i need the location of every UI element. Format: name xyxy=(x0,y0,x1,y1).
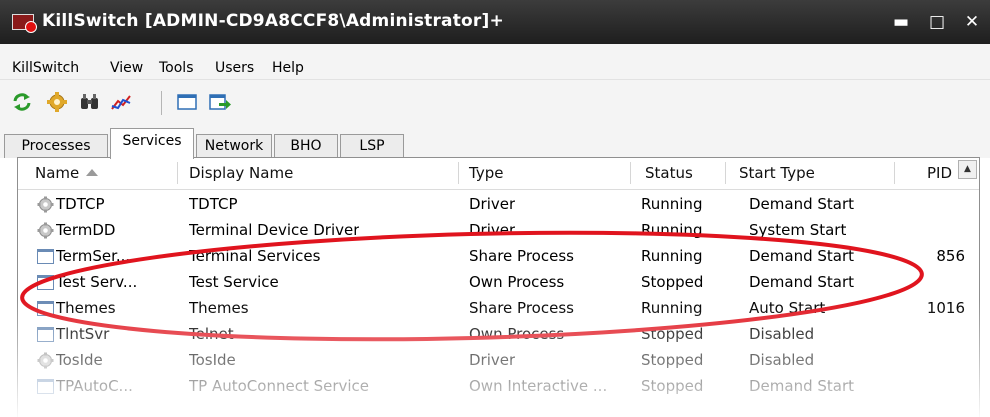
sort-ascending-icon xyxy=(86,169,98,176)
tab-processes[interactable]: Processes xyxy=(4,134,108,158)
table-row[interactable]: TlntSvr Telnet Own Process Stopped Disabled xyxy=(18,322,979,348)
menu-tools[interactable]: Tools xyxy=(159,60,194,76)
cell-type: Own Process xyxy=(469,273,565,291)
menu-help[interactable]: Help xyxy=(272,60,304,76)
cell-name: TermSer... xyxy=(56,247,131,265)
window-icon xyxy=(37,275,54,290)
cell-start-type: Demand Start xyxy=(749,247,855,265)
tab-network[interactable]: Network xyxy=(196,134,272,158)
cell-display-name: Terminal Device Driver xyxy=(189,221,360,239)
services-list[interactable]: Name Display Name Type Status Start Type… xyxy=(17,157,980,417)
column-header-type[interactable]: Type xyxy=(469,164,503,182)
gear-icon xyxy=(37,222,54,239)
table-row[interactable]: TermDD Terminal Device Driver Driver Runnin… xyxy=(18,218,979,244)
cell-type: Share Process xyxy=(469,299,574,317)
cell-type: Driver xyxy=(469,195,516,213)
window-icon xyxy=(37,327,54,342)
column-divider[interactable] xyxy=(458,162,459,184)
cell-name: TDTCP xyxy=(56,195,105,213)
refresh-icon[interactable] xyxy=(11,92,33,112)
window-icon[interactable] xyxy=(176,92,198,112)
menu-killswitch[interactable]: KillSwitch xyxy=(12,60,79,76)
tab-lsp[interactable]: LSP xyxy=(340,134,404,158)
cell-start-type: System Start xyxy=(749,221,847,239)
window-icon xyxy=(37,379,54,394)
maximize-button[interactable]: □ xyxy=(923,8,951,36)
window-icon xyxy=(37,249,54,264)
cell-display-name: TosIde xyxy=(189,351,236,369)
toolbar-separator xyxy=(161,91,162,115)
cell-name: TlntSvr xyxy=(56,325,110,343)
menu-users[interactable]: Users xyxy=(215,60,254,76)
cell-status: Running xyxy=(641,195,703,213)
column-divider[interactable] xyxy=(177,162,178,184)
find-icon[interactable] xyxy=(79,92,101,112)
cell-start-type: Disabled xyxy=(749,325,815,343)
cell-display-name: Themes xyxy=(189,299,249,317)
title-bar: KillSwitch [ADMIN-CD9A8CCF8\Administrato… xyxy=(0,0,990,44)
cell-type: Driver xyxy=(469,351,516,369)
close-button[interactable]: ✕ xyxy=(958,8,986,36)
graph-icon[interactable] xyxy=(110,92,132,112)
cell-name: TPAutoC... xyxy=(56,377,133,395)
window-title: KillSwitch [ADMIN-CD9A8CCF8\Administrato… xyxy=(42,11,504,31)
cell-pid: 856 xyxy=(936,247,965,265)
list-header: Name Display Name Type Status Start Type… xyxy=(18,158,979,190)
table-row[interactable]: TermSer... Terminal Services Share Process… xyxy=(18,244,979,270)
table-row[interactable]: Test Serv... Test Service Own Process Stopp… xyxy=(18,270,979,296)
cell-status: Running xyxy=(641,247,703,265)
column-header-start-type[interactable]: Start Type xyxy=(739,164,815,182)
cell-display-name: Terminal Services xyxy=(189,247,321,265)
cell-display-name: TDTCP xyxy=(189,195,238,213)
cell-name: Test Serv... xyxy=(56,273,138,291)
column-header-name[interactable]: Name xyxy=(35,164,79,182)
column-header-pid[interactable]: PID xyxy=(927,164,952,182)
column-divider[interactable] xyxy=(894,162,895,184)
cell-display-name: TP AutoConnect Service xyxy=(189,377,370,395)
cell-status: Stopped xyxy=(641,325,704,343)
menu-view[interactable]: View xyxy=(110,60,143,76)
cell-start-type: Demand Start xyxy=(749,195,855,213)
gear-icon xyxy=(37,352,54,369)
cell-type: Own Interactive ... xyxy=(469,377,608,395)
export-icon[interactable] xyxy=(209,92,231,112)
column-divider[interactable] xyxy=(725,162,726,184)
toolbar xyxy=(0,80,990,124)
menu-bar: KillSwitch View Tools Users Help xyxy=(0,44,990,80)
table-row[interactable]: TDTCP TDTCP Driver Running Demand Start xyxy=(18,192,979,218)
tab-services[interactable]: Services xyxy=(110,128,194,159)
minimize-button[interactable]: ▬ xyxy=(887,8,915,36)
cell-type: Own Process xyxy=(469,325,565,343)
column-header-display-name[interactable]: Display Name xyxy=(189,164,293,182)
cell-start-type: Demand Start xyxy=(749,273,855,291)
settings-icon[interactable] xyxy=(46,92,68,112)
cell-start-type: Demand Start xyxy=(749,377,855,395)
killswitch-app-icon xyxy=(12,14,37,33)
gear-icon xyxy=(37,196,54,213)
cell-name: TermDD xyxy=(56,221,116,239)
column-divider[interactable] xyxy=(630,162,631,184)
cell-display-name: Test Service xyxy=(189,273,279,291)
scroll-up-button[interactable]: ▲ xyxy=(958,160,977,179)
window-icon xyxy=(37,301,54,316)
cell-status: Running xyxy=(641,299,703,317)
column-header-status[interactable]: Status xyxy=(645,164,693,182)
cell-name: Themes xyxy=(56,299,116,317)
cell-status: Stopped xyxy=(641,377,704,395)
tab-strip: Processes Services Network BHO LSP xyxy=(0,124,990,159)
cell-status: Stopped xyxy=(641,351,704,369)
table-row[interactable]: Themes Themes Share Process Running Auto Sta… xyxy=(18,296,979,322)
table-row[interactable]: TosIde TosIde Driver Stopped Disabled xyxy=(18,348,979,374)
cell-type: Driver xyxy=(469,221,516,239)
cell-start-type: Disabled xyxy=(749,351,815,369)
tab-bho[interactable]: BHO xyxy=(274,134,338,158)
table-row[interactable]: TPAutoC... TP AutoConnect Service Own Inte… xyxy=(18,374,979,400)
cell-display-name: Telnet xyxy=(189,325,234,343)
cell-status: Stopped xyxy=(641,273,704,291)
cell-pid: 1016 xyxy=(926,299,965,317)
cell-name: TosIde xyxy=(56,351,103,369)
cell-type: Share Process xyxy=(469,247,574,265)
cell-status: Running xyxy=(641,221,703,239)
cell-start-type: Auto Start xyxy=(749,299,826,317)
